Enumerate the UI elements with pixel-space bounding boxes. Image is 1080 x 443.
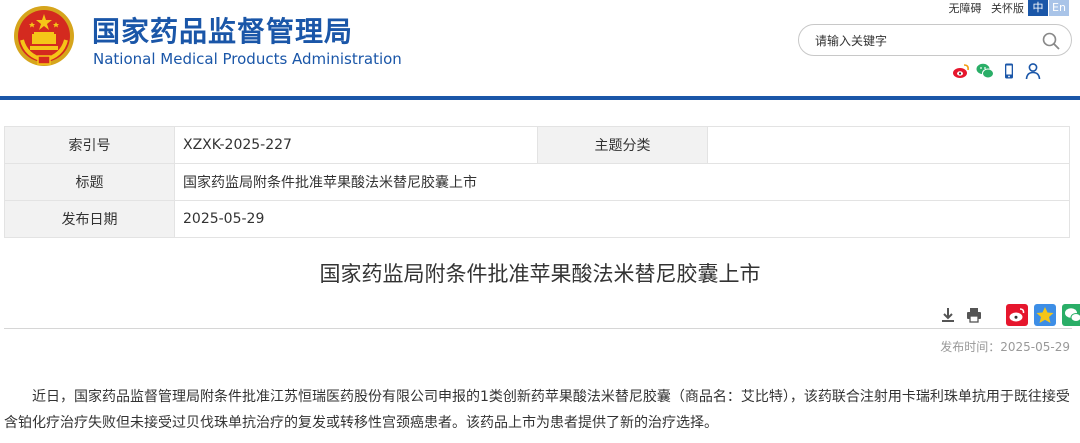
site-title-en[interactable]: National Medical Products Administration (93, 50, 402, 68)
site-title-cn[interactable]: 国家药品监督管理局 (92, 10, 353, 50)
lang-zh-button[interactable]: 中 (1028, 0, 1048, 16)
national-emblem-logo[interactable] (12, 4, 76, 68)
article-title: 国家药监局附条件批准苹果酸法米替尼胶囊上市 (319, 262, 761, 286)
lang-en-button[interactable]: En (1049, 0, 1069, 16)
accessibility-link[interactable]: 无障碍 (949, 2, 982, 15)
top-links: 无障碍 关怀版 (943, 0, 1025, 16)
category-value (707, 126, 1070, 164)
table-row: 发布日期 2025-05-29 (4, 200, 1070, 238)
category-label: 主题分类 (537, 126, 708, 164)
wechat-share-icon[interactable] (1062, 304, 1080, 326)
weibo-share-icon[interactable] (1006, 304, 1028, 326)
search-icon[interactable] (1041, 31, 1061, 51)
info-table: 索引号 XZXK-2025-227 主题分类 标题 国家药监局附条件批准苹果酸法… (4, 126, 1070, 238)
print-icon[interactable] (964, 305, 984, 325)
social-links (952, 62, 1042, 80)
site-header: 国家药品监督管理局 National Medical Products Admi… (0, 0, 1080, 100)
search-box (798, 24, 1072, 56)
weibo-icon[interactable] (952, 62, 970, 80)
mobile-icon[interactable] (1000, 62, 1018, 80)
elderly-mode-link[interactable]: 关怀版 (991, 2, 1024, 15)
article-body: 近日，国家药品监督管理局附条件批准江苏恒瑞医药股份有限公司申报的1类创新药苹果酸… (4, 389, 1070, 431)
search-input[interactable] (815, 31, 1035, 51)
publish-date: 发布时间：2025-05-29 (940, 340, 1070, 354)
date-label: 发布日期 (4, 200, 175, 238)
index-label: 索引号 (4, 126, 175, 164)
table-row: 标题 国家药监局附条件批准苹果酸法米替尼胶囊上市 (4, 163, 1070, 201)
header-divider (0, 96, 1080, 100)
qzone-share-icon[interactable] (1034, 304, 1056, 326)
article-divider (4, 328, 1072, 329)
table-row: 索引号 XZXK-2025-227 主题分类 (4, 126, 1070, 164)
index-value: XZXK-2025-227 (174, 126, 538, 164)
article-tools (938, 304, 1080, 326)
title-value: 国家药监局附条件批准苹果酸法米替尼胶囊上市 (174, 163, 1070, 201)
title-label: 标题 (4, 163, 175, 201)
download-icon[interactable] (938, 305, 958, 325)
date-value: 2025-05-29 (174, 200, 1070, 238)
user-icon[interactable] (1024, 62, 1042, 80)
wechat-icon[interactable] (976, 62, 994, 80)
